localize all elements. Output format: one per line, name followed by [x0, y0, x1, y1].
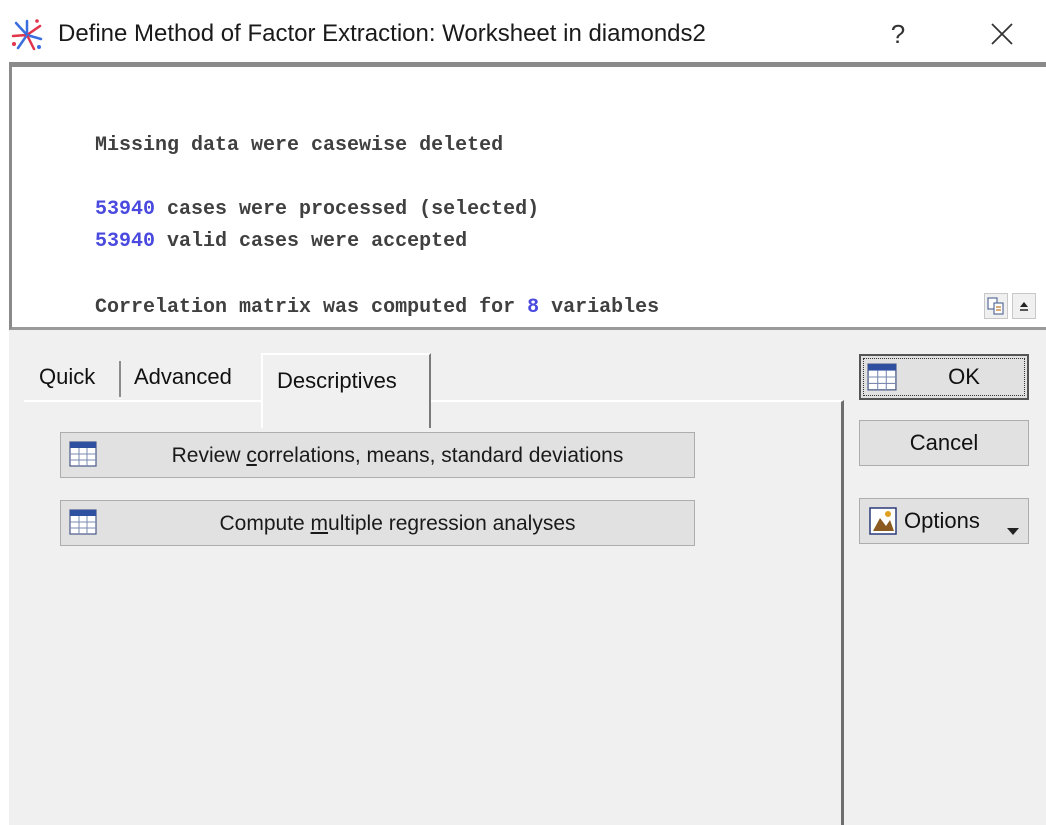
title-bar: Define Method of Factor Extraction: Work…: [0, 0, 1046, 64]
copy-icon: [987, 297, 1004, 315]
close-icon: [991, 23, 1013, 45]
dropdown-arrow-icon: [1006, 517, 1020, 543]
help-button[interactable]: ?: [878, 14, 918, 54]
arrow-up-icon: [1020, 302, 1028, 311]
options-button[interactable]: Options: [859, 498, 1029, 544]
spreadsheet-icon: [69, 509, 97, 535]
ok-button[interactable]: OK: [859, 354, 1029, 400]
window-title: Define Method of Factor Extraction: Work…: [58, 20, 706, 47]
log-line-missing-data: Missing data were casewise deleted: [95, 134, 504, 157]
log-line-valid-cases: 53940 valid cases were accepted: [95, 230, 468, 253]
spreadsheet-icon: [69, 441, 97, 467]
compute-multiple-regression-button[interactable]: Compute multiple regression analyses: [60, 500, 695, 546]
review-correlations-button[interactable]: Review correlations, means, standard dev…: [60, 432, 695, 478]
collapse-log-button[interactable]: [1012, 293, 1036, 319]
statistica-app-icon: [10, 18, 44, 52]
dialog-body: Review correlations, means, standard dev…: [9, 330, 1046, 825]
tab-quick[interactable]: Quick: [39, 355, 95, 399]
descriptives-tab-page: Review correlations, means, standard dev…: [24, 400, 844, 825]
output-log-panel: Missing data were casewise deleted 53940…: [9, 62, 1046, 330]
copy-log-button[interactable]: [984, 293, 1008, 319]
tab-divider: [119, 361, 121, 397]
close-button[interactable]: [980, 14, 1024, 54]
options-icon: [868, 506, 898, 542]
tab-descriptives[interactable]: Descriptives: [277, 359, 397, 403]
spreadsheet-icon: [867, 363, 897, 397]
tab-advanced[interactable]: Advanced: [134, 355, 232, 399]
valid-cases-count: 53940: [95, 230, 156, 253]
variable-count: 8: [527, 296, 540, 319]
cancel-button[interactable]: Cancel: [859, 420, 1029, 466]
